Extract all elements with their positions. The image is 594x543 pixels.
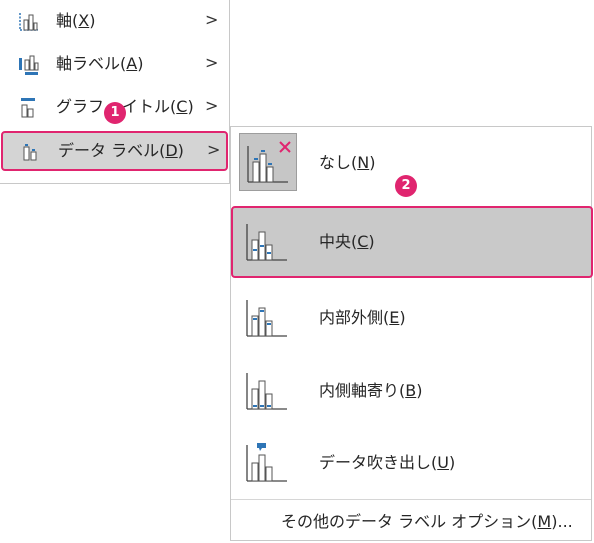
data-label-center-icon — [239, 212, 297, 270]
menu-item-label: データ吹き出し(U) — [319, 453, 456, 472]
menu-item-inside-end[interactable]: 内部外側(E) — [231, 282, 591, 354]
menu-item-label: 内部外側(E) — [319, 308, 406, 327]
step-badge-1: 1 — [104, 102, 126, 124]
menu-item-label: 軸ラベル(A) — [56, 54, 144, 73]
data-callout-icon — [239, 433, 297, 491]
data-label-inside-base-icon — [239, 361, 297, 419]
menu-item-axis-titles[interactable]: 軸ラベル(A) > — [0, 47, 229, 81]
chart-title-icon — [18, 97, 40, 119]
menu-item-inside-base[interactable]: 内側軸寄り(B) — [231, 355, 591, 427]
menu-item-axes[interactable]: 軸(X) > — [0, 4, 229, 38]
menu-item-data-callout[interactable]: データ吹き出し(U) — [231, 427, 591, 499]
menu-separator — [231, 499, 591, 500]
chevron-right-icon: > — [205, 53, 219, 72]
step-badge-2: 2 — [395, 175, 417, 197]
menu-item-label: 中央(C) — [319, 232, 375, 251]
data-label-none-icon — [239, 133, 297, 191]
menu-item-label: なし(N) — [319, 153, 376, 172]
chevron-right-icon: > — [205, 10, 219, 29]
menu-item-data-labels[interactable]: データ ラベル(D) > — [1, 131, 228, 171]
axis-label-icon — [18, 54, 40, 76]
axis-icon — [18, 11, 40, 33]
menu-item-more-options[interactable]: その他のデータ ラベル オプション(M)... — [281, 512, 573, 532]
data-label-icon — [20, 140, 42, 162]
menu-item-label: データ ラベル(D) — [58, 141, 184, 160]
menu-item-label: 内側軸寄り(B) — [319, 381, 423, 400]
menu-item-center[interactable]: 中央(C) — [231, 206, 593, 278]
menu-item-label: 軸(X) — [56, 11, 96, 30]
chevron-right-icon: > — [205, 96, 219, 115]
data-label-inside-end-icon — [239, 288, 297, 346]
chart-elements-submenu: 軸(X) > 軸ラベル(A) > グラフ イトル(C) > データ ラベル(D)… — [0, 0, 230, 184]
chevron-right-icon: > — [207, 140, 221, 159]
